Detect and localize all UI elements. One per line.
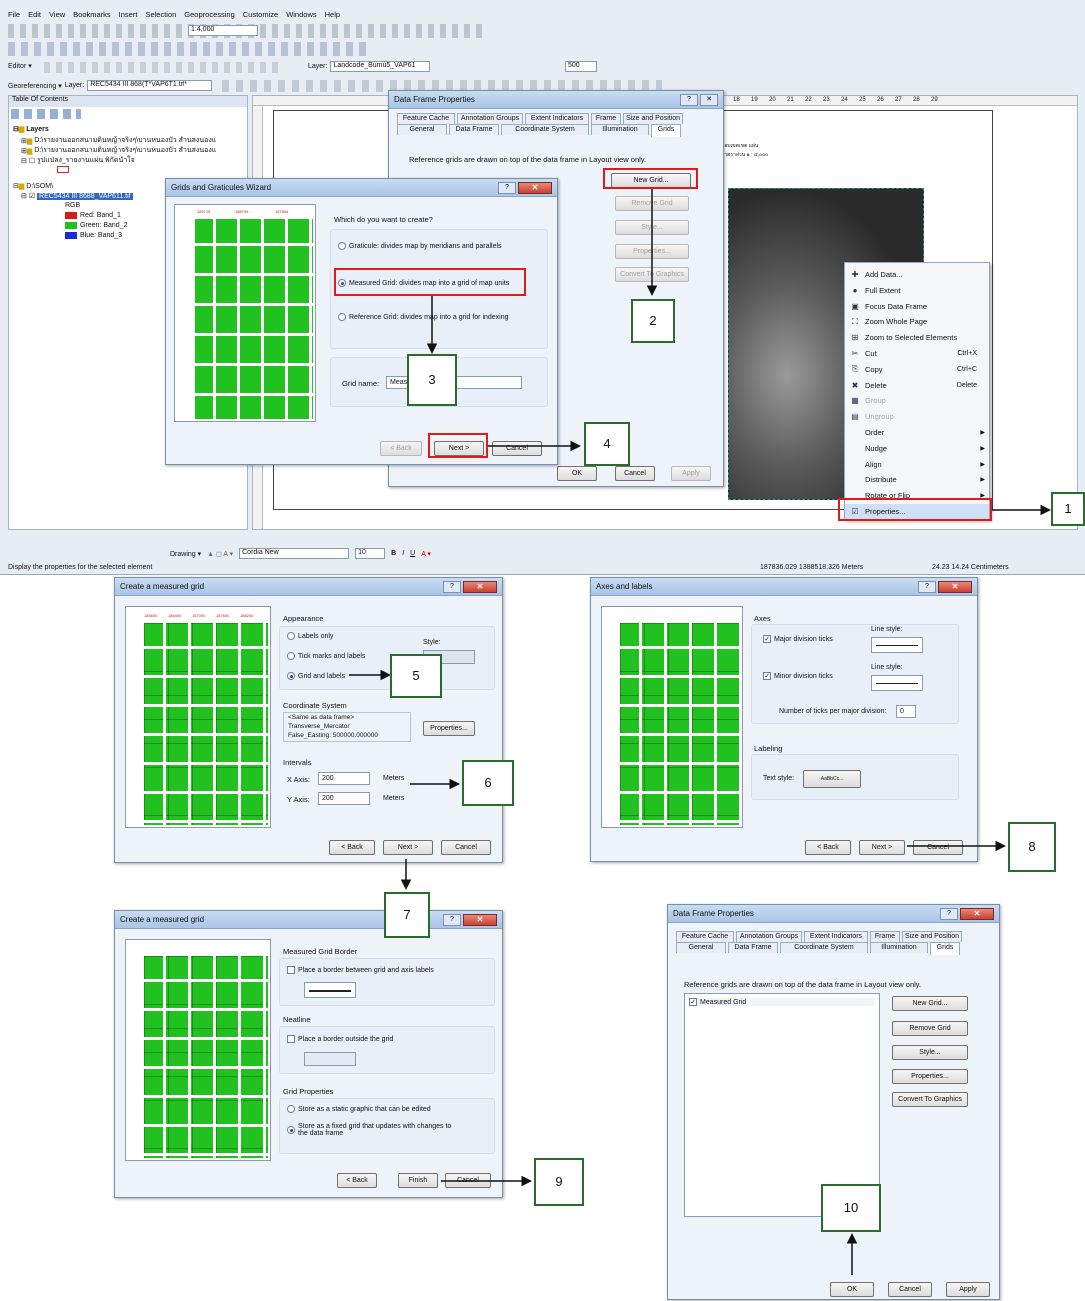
step-5: 5 [390, 654, 442, 698]
step-9: 9 [534, 1158, 584, 1206]
step-3: 3 [407, 354, 457, 406]
step-10: 10 [821, 1184, 881, 1232]
step-6: 6 [462, 760, 514, 806]
step-1: 1 [1051, 492, 1085, 526]
annotation-arrows [349, 189, 1051, 1275]
step-4: 4 [584, 422, 630, 466]
step-2: 2 [631, 299, 675, 343]
step-8: 8 [1008, 822, 1056, 872]
step-7: 7 [384, 892, 430, 938]
